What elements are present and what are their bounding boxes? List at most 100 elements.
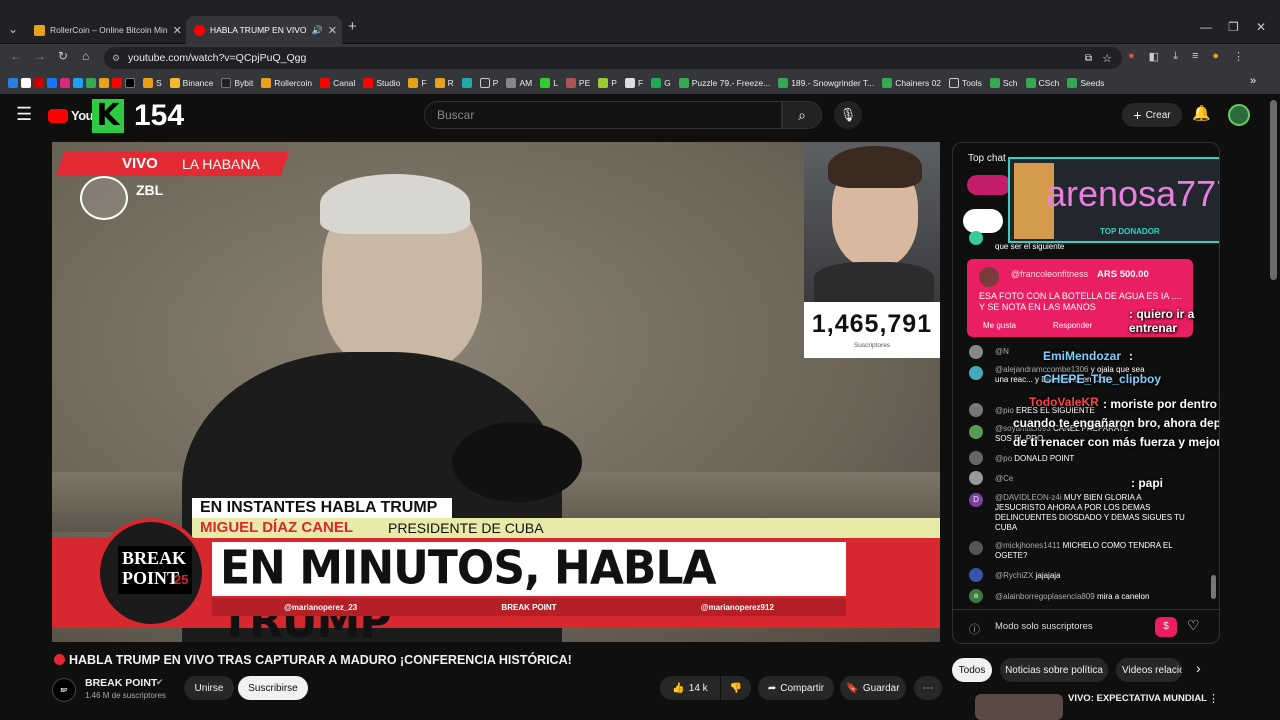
reload-icon[interactable]: ↻ xyxy=(58,49,68,63)
chip-politics[interactable]: Noticias sobre política xyxy=(1000,658,1108,682)
related-video-title[interactable]: VIVO: EXPECTATIVA MUNDIAL xyxy=(1068,693,1207,704)
profile-icon[interactable]: ● xyxy=(1212,50,1219,63)
menu-icon[interactable]: ⋮ xyxy=(1233,50,1244,63)
create-button[interactable]: + Crear xyxy=(1122,103,1182,127)
bookmark-item[interactable]: Chainers 02 xyxy=(882,78,941,88)
tab-rollercoin[interactable]: RollerCoin – Online Bitcoin Min ✕ xyxy=(26,16,184,44)
video-title: HABLA TRUMP EN VIVO TRAS CAPTURAR A MADU… xyxy=(69,653,572,667)
more-actions-button[interactable]: ⋯ xyxy=(914,676,942,700)
save-button[interactable]: 🔖 Guardar xyxy=(840,676,906,700)
download-icon[interactable]: ⤓ xyxy=(1173,50,1178,63)
media-icon[interactable]: ≡ xyxy=(1192,50,1198,63)
back-icon[interactable]: ← xyxy=(10,49,22,63)
bookmark-item[interactable]: Studio xyxy=(363,78,400,88)
chip-label: Noticias sobre política xyxy=(1005,664,1103,676)
notifications-bell-icon[interactable]: 🔔 xyxy=(1192,104,1211,122)
bookmark-item[interactable] xyxy=(461,78,472,88)
webcam-inset xyxy=(804,142,940,302)
live-label: VIVO xyxy=(122,155,158,172)
share-button[interactable]: ➦ Compartir xyxy=(758,676,834,700)
social-handle: BREAK POINT xyxy=(501,602,557,612)
address-bar[interactable]: ⚙ youtube.com/watch?v=QCpjPuQ_Qgg ⧉ ☆ xyxy=(104,47,1122,69)
bookmark-item[interactable]: F xyxy=(624,78,643,88)
logo-number: 25 xyxy=(174,572,189,587)
bookmark-item[interactable]: Binance xyxy=(169,78,213,88)
bookmark-item[interactable]: F xyxy=(408,78,427,88)
overlay-chat-author: CHEPE_The_clipboy xyxy=(1043,372,1162,386)
like-chat-button[interactable]: Me gusta xyxy=(983,321,1016,330)
overlay-chat-message: : papi xyxy=(1131,476,1163,490)
voice-search-button[interactable]: 🎙 xyxy=(834,101,862,129)
bookmark-icons-group[interactable] xyxy=(8,78,135,88)
bookmark-item[interactable]: CSch xyxy=(1025,78,1059,88)
join-label: Unirse xyxy=(194,682,224,694)
heart-icon[interactable]: ♡ xyxy=(1187,617,1200,634)
chat-header[interactable]: Top chat xyxy=(968,153,1006,164)
info-icon[interactable]: ⓘ xyxy=(969,621,980,637)
bookmark-item[interactable]: Seeds xyxy=(1067,78,1104,88)
search-input[interactable]: Buscar xyxy=(424,101,782,129)
super-chat-icon[interactable]: $ xyxy=(1155,617,1177,637)
search-button[interactable]: ⌕ xyxy=(782,101,822,129)
bookmark-item[interactable]: G xyxy=(651,78,671,88)
like-button[interactable]: 👍 14 k xyxy=(660,676,720,700)
site-info-icon[interactable]: ⚙ xyxy=(112,53,120,64)
bookmark-item[interactable]: 189.- Snowgrinder T... xyxy=(778,78,874,88)
reply-chat-button[interactable]: Responder xyxy=(1053,321,1092,330)
bookmark-star-icon[interactable]: ☆ xyxy=(1102,52,1112,65)
donor-overlay: arenosa777 TOP DONADOR xyxy=(1008,157,1219,243)
dislike-button[interactable]: 👎 xyxy=(721,676,751,700)
forward-icon[interactable]: → xyxy=(34,49,46,63)
bookmark-item[interactable]: S xyxy=(143,78,162,88)
close-icon[interactable]: ✕ xyxy=(173,24,182,37)
chat-author: @alainborregoplasencia809 xyxy=(995,592,1095,601)
avatar[interactable] xyxy=(1228,104,1250,126)
new-tab-icon[interactable]: + xyxy=(348,18,357,35)
subscribe-button[interactable]: Suscribirse xyxy=(238,676,308,700)
chat-author: @N xyxy=(995,347,1009,356)
bookmark-item[interactable]: AM xyxy=(506,78,532,88)
bookmark-item[interactable]: P xyxy=(479,78,498,88)
related-more-icon[interactable]: ⋮ xyxy=(1208,692,1219,705)
restore-icon[interactable]: ❐ xyxy=(1228,20,1239,34)
minimize-icon[interactable]: — xyxy=(1200,20,1212,34)
chip-all[interactable]: Todos xyxy=(952,658,992,682)
bookmark-item[interactable]: L xyxy=(540,78,558,88)
pinned-chip[interactable] xyxy=(963,209,1003,233)
bookmark-folder[interactable]: Tools xyxy=(949,78,982,88)
bookmark-item[interactable]: Rollercoin xyxy=(261,78,312,88)
chip-related[interactable]: Videos relacio xyxy=(1116,658,1182,682)
channel-avatar[interactable]: BP xyxy=(52,678,76,702)
puzzle-icon[interactable]: ◧ xyxy=(1149,50,1159,63)
related-thumbnail[interactable] xyxy=(975,694,1063,720)
window-close-icon[interactable]: ✕ xyxy=(1256,20,1266,34)
video-player[interactable]: VIVO LA HABANA ZBL 1,465,791 Suscriptore… xyxy=(52,142,940,642)
join-button[interactable]: Unirse xyxy=(184,676,234,700)
extension-icon[interactable]: ● xyxy=(1128,50,1135,63)
bookmark-item[interactable]: R xyxy=(434,78,454,88)
chat-avatar: D xyxy=(969,493,983,507)
bookmark-item[interactable]: Bybit xyxy=(221,78,253,88)
close-icon[interactable]: ✕ xyxy=(328,24,337,37)
tab-youtube[interactable]: HABLA TRUMP EN VIVO 🔊 ✕ xyxy=(186,16,342,44)
chat-scrollbar[interactable] xyxy=(1211,575,1216,599)
speaker-icon[interactable]: 🔊 xyxy=(312,25,323,36)
page-scrollbar[interactable] xyxy=(1270,100,1277,280)
ticker-chip[interactable] xyxy=(967,175,1011,195)
bookmark-item[interactable]: Canal xyxy=(320,78,355,88)
cast-icon[interactable]: ⧉ xyxy=(1085,53,1092,64)
more-bookmarks-icon[interactable]: » xyxy=(1250,75,1256,87)
related-chips: Todos Noticias sobre política Videos rel… xyxy=(952,658,1182,682)
chat-author: @po xyxy=(995,454,1013,463)
hamburger-menu-icon[interactable]: ☰ xyxy=(16,104,32,125)
chip-next-icon[interactable]: › xyxy=(1196,660,1201,676)
tab-search-icon[interactable]: ⌄ xyxy=(8,22,18,36)
channel-name[interactable]: BREAK POINT xyxy=(85,677,157,689)
bookmark-item[interactable]: P xyxy=(598,78,617,88)
bookmark-item[interactable]: Puzzle 79.- Freeze... xyxy=(678,78,770,88)
home-icon[interactable]: ⌂ xyxy=(82,49,89,63)
bookmark-item[interactable]: Sch xyxy=(989,78,1018,88)
bookmark-item[interactable]: PE xyxy=(565,78,590,88)
zbl-logo-icon xyxy=(80,176,128,220)
logo-line2: POINT xyxy=(122,568,180,588)
